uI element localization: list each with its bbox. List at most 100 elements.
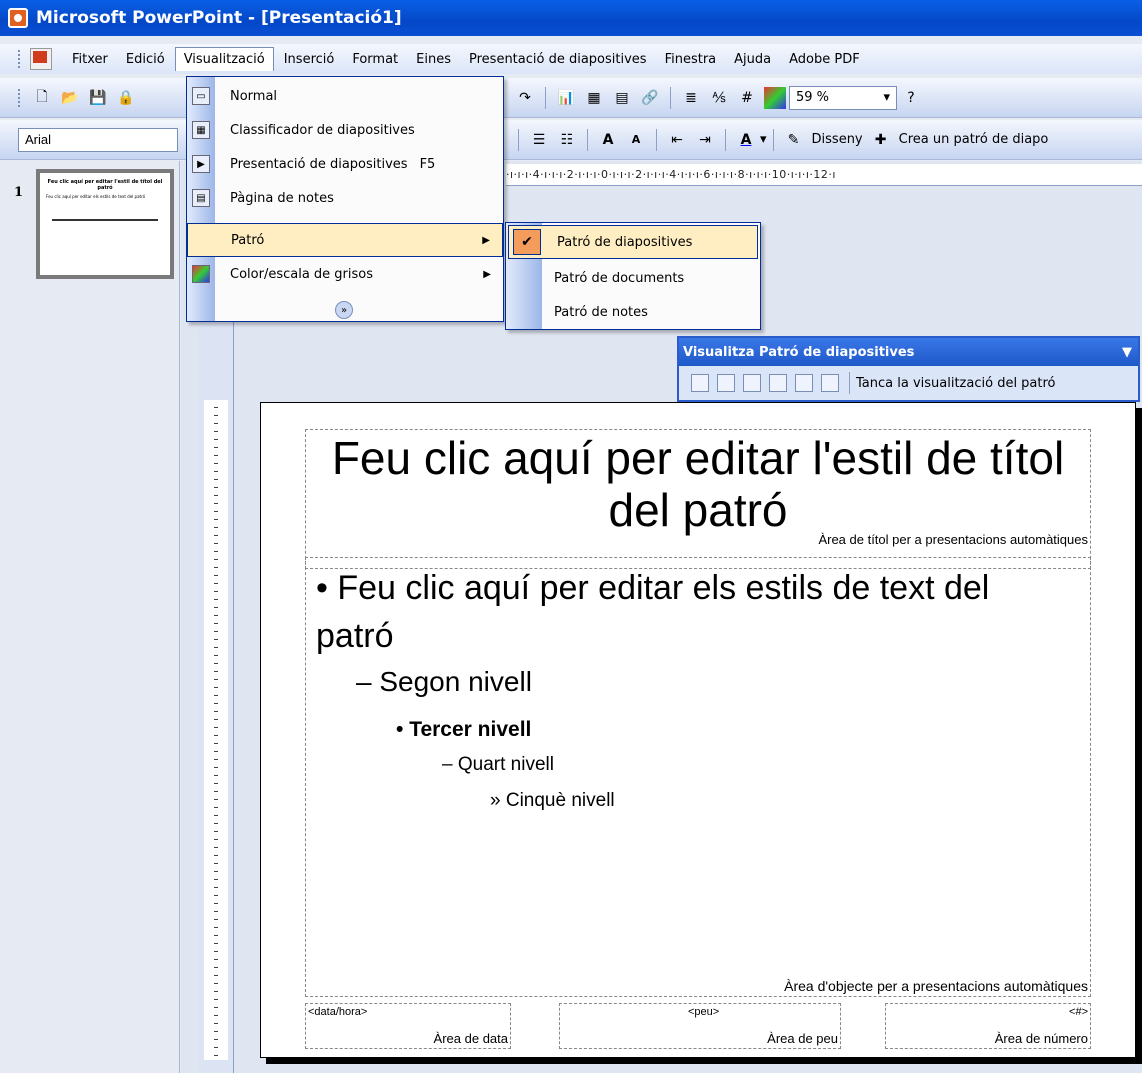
menu-item-color-grayscale[interactable]: Color/escala de grisos ▶ <box>187 257 503 291</box>
new-icon[interactable]: 🗋 <box>31 87 53 109</box>
submenu-item-label: Patró de diapositives <box>557 234 693 250</box>
save-icon[interactable]: 💾 <box>87 87 109 109</box>
bullet-level-1[interactable]: • Feu clic aquí per editar els estils de… <box>316 564 1056 660</box>
level-2-text: Segon nivell <box>379 666 532 697</box>
hyperlink-icon[interactable]: 🔗 <box>639 87 661 109</box>
submenu-item-slide-master[interactable]: ✔ Patró de diapositives <box>508 225 758 259</box>
chevron-down-icon[interactable]: ▾ <box>883 90 890 106</box>
menu-ajuda[interactable]: Ajuda <box>726 48 779 71</box>
normal-view-icon: ▭ <box>192 87 210 105</box>
preserve-master-icon[interactable] <box>769 374 787 392</box>
bullet-level-4[interactable]: – Quart nivell <box>442 754 554 776</box>
numbering-icon[interactable]: ☰ <box>528 129 550 151</box>
powerpoint-app-icon[interactable] <box>8 8 28 28</box>
design-icon[interactable]: ✎ <box>783 129 805 151</box>
menu-item-normal[interactable]: ▭ Normal <box>187 79 503 113</box>
tables-borders-icon[interactable]: ▤ <box>611 87 633 109</box>
menu-visualitzacio[interactable]: Visualització <box>174 47 274 71</box>
master-submenu: ✔ Patró de diapositives Patró de documen… <box>505 222 761 330</box>
rename-master-icon[interactable] <box>795 374 813 392</box>
show-formatting-icon[interactable]: ⅍ <box>708 87 730 109</box>
chevron-down-icon[interactable]: ▼ <box>1122 345 1132 360</box>
decrease-indent-icon[interactable]: ⇤ <box>666 129 688 151</box>
slide-master-canvas[interactable]: Feu clic aquí per editar l'estil de títo… <box>260 402 1136 1058</box>
expand-menu-icon[interactable]: » <box>335 301 353 319</box>
horizontal-ruler: ·ı·ı·ı·4·ı·ı·ı·2·ı·ı·ı·0·ı·ı·ı·2·ı·ı·ı·4… <box>506 164 1142 186</box>
new-master-icon[interactable]: ✚ <box>870 129 892 151</box>
expand-all-icon[interactable]: ≣ <box>680 87 702 109</box>
font-color-icon[interactable]: A <box>735 129 757 151</box>
submenu-arrow-icon: ▶ <box>482 234 490 246</box>
object-area-caption: Àrea d'objecte per a presentacions autom… <box>784 978 1088 994</box>
insert-chart-icon[interactable]: 📊 <box>555 87 577 109</box>
level-4-text: Quart nivell <box>457 754 554 775</box>
menu-edicio[interactable]: Edició <box>118 48 173 71</box>
document-icon[interactable] <box>30 48 52 70</box>
date-placeholder[interactable]: <data/hora> Àrea de data <box>305 1003 511 1049</box>
number-area-caption: Àrea de número <box>994 1031 1088 1046</box>
color-grayscale-icon[interactable] <box>764 86 786 109</box>
menu-adobe-pdf[interactable]: Adobe PDF <box>781 48 868 71</box>
increase-font-icon[interactable]: A <box>597 129 619 151</box>
view-menu-dropdown: ▭ Normal ▦ Classificador de diapositives… <box>186 76 504 322</box>
submenu-item-notes-master[interactable]: Patró de notes <box>506 295 760 329</box>
design-button[interactable]: Disseny <box>812 132 863 147</box>
slide-thumbnail[interactable]: Feu clic aquí per editar l'estil de títo… <box>36 169 174 279</box>
menu-bar: Fitxer Edició Visualització Inserció For… <box>0 44 1142 74</box>
footer-area-caption: Àrea de peu <box>767 1031 838 1046</box>
insert-table-icon[interactable]: ▦ <box>583 87 605 109</box>
number-field: <#> <box>1069 1006 1088 1018</box>
menu-item-slide-sorter[interactable]: ▦ Classificador de diapositives <box>187 113 503 147</box>
bullet-level-3[interactable]: • Tercer nivell <box>396 718 531 742</box>
close-master-view-button[interactable]: Tanca la visualització del patró <box>856 376 1056 391</box>
submenu-item-handout-master[interactable]: Patró de documents <box>506 261 760 295</box>
body-placeholder[interactable]: • Feu clic aquí per editar els estils de… <box>305 557 1091 997</box>
insert-title-master-icon[interactable] <box>717 374 735 392</box>
insert-slide-master-icon[interactable] <box>691 374 709 392</box>
title-placeholder[interactable]: Feu clic aquí per editar l'estil de títo… <box>305 429 1091 569</box>
menu-item-notes-page[interactable]: ▤ Pàgina de notes <box>187 181 503 215</box>
date-area-caption: Àrea de data <box>433 1031 508 1046</box>
menu-item-label: Pàgina de notes <box>230 190 334 206</box>
master-layout-icon[interactable] <box>821 374 839 392</box>
menu-finestra[interactable]: Finestra <box>657 48 725 71</box>
submenu-item-label: Patró de documents <box>554 270 685 286</box>
menu-fitxer[interactable]: Fitxer <box>64 48 116 71</box>
toolbar-separator <box>545 86 546 109</box>
increase-indent-icon[interactable]: ⇥ <box>694 129 716 151</box>
footer-placeholder[interactable]: <peu> Àrea de peu <box>559 1003 841 1049</box>
permission-icon[interactable]: 🔒 <box>115 87 137 109</box>
zoom-select[interactable]: 59 % ▾ <box>789 85 897 110</box>
window-title: Microsoft PowerPoint - [Presentació1] <box>36 8 402 28</box>
slide-show-icon: ▶ <box>192 155 210 173</box>
menu-item-slide-show[interactable]: ▶ Presentació de diapositives F5 <box>187 147 503 181</box>
chevron-down-icon[interactable]: ▾ <box>760 132 767 147</box>
master-toolbar-header[interactable]: Visualitza Patró de diapositives ▼ <box>679 338 1138 366</box>
menubar-grip[interactable] <box>18 50 22 68</box>
footer-field: <peu> <box>688 1006 720 1018</box>
open-icon[interactable]: 📂 <box>59 87 81 109</box>
menu-item-master[interactable]: Patró ▶ <box>187 223 503 257</box>
submenu-arrow-icon: ▶ <box>483 268 491 280</box>
delete-master-icon[interactable] <box>743 374 761 392</box>
menu-insercio[interactable]: Inserció <box>276 48 343 71</box>
redo-icon[interactable]: ↷ <box>514 87 536 109</box>
menu-eines[interactable]: Eines <box>408 48 459 71</box>
master-view-toolbar: Visualitza Patró de diapositives ▼ Tanca… <box>677 336 1140 402</box>
bullets-icon[interactable]: ☷ <box>556 129 578 151</box>
toolbar-grip[interactable] <box>18 88 22 107</box>
menu-presentacio[interactable]: Presentació de diapositives <box>461 48 655 71</box>
new-master-button[interactable]: Crea un patró de diapo <box>899 132 1049 147</box>
help-icon[interactable]: ? <box>900 87 922 109</box>
menu-format[interactable]: Format <box>344 48 406 71</box>
font-name-input[interactable]: Arial <box>18 127 178 152</box>
toolbar-separator <box>587 128 588 151</box>
bullet-level-5[interactable]: » Cinquè nivell <box>490 790 615 812</box>
decrease-font-icon[interactable]: A <box>625 129 647 151</box>
number-placeholder[interactable]: <#> Àrea de número <box>885 1003 1091 1049</box>
menu-item-label: Color/escala de grisos <box>230 266 374 282</box>
bullet-level-2[interactable]: – Segon nivell <box>356 666 532 698</box>
grid-icon[interactable]: # <box>736 87 758 109</box>
toolbar-separator <box>725 128 726 151</box>
thumbnail-body: Feu clic aquí per editar els estils de t… <box>46 194 146 199</box>
